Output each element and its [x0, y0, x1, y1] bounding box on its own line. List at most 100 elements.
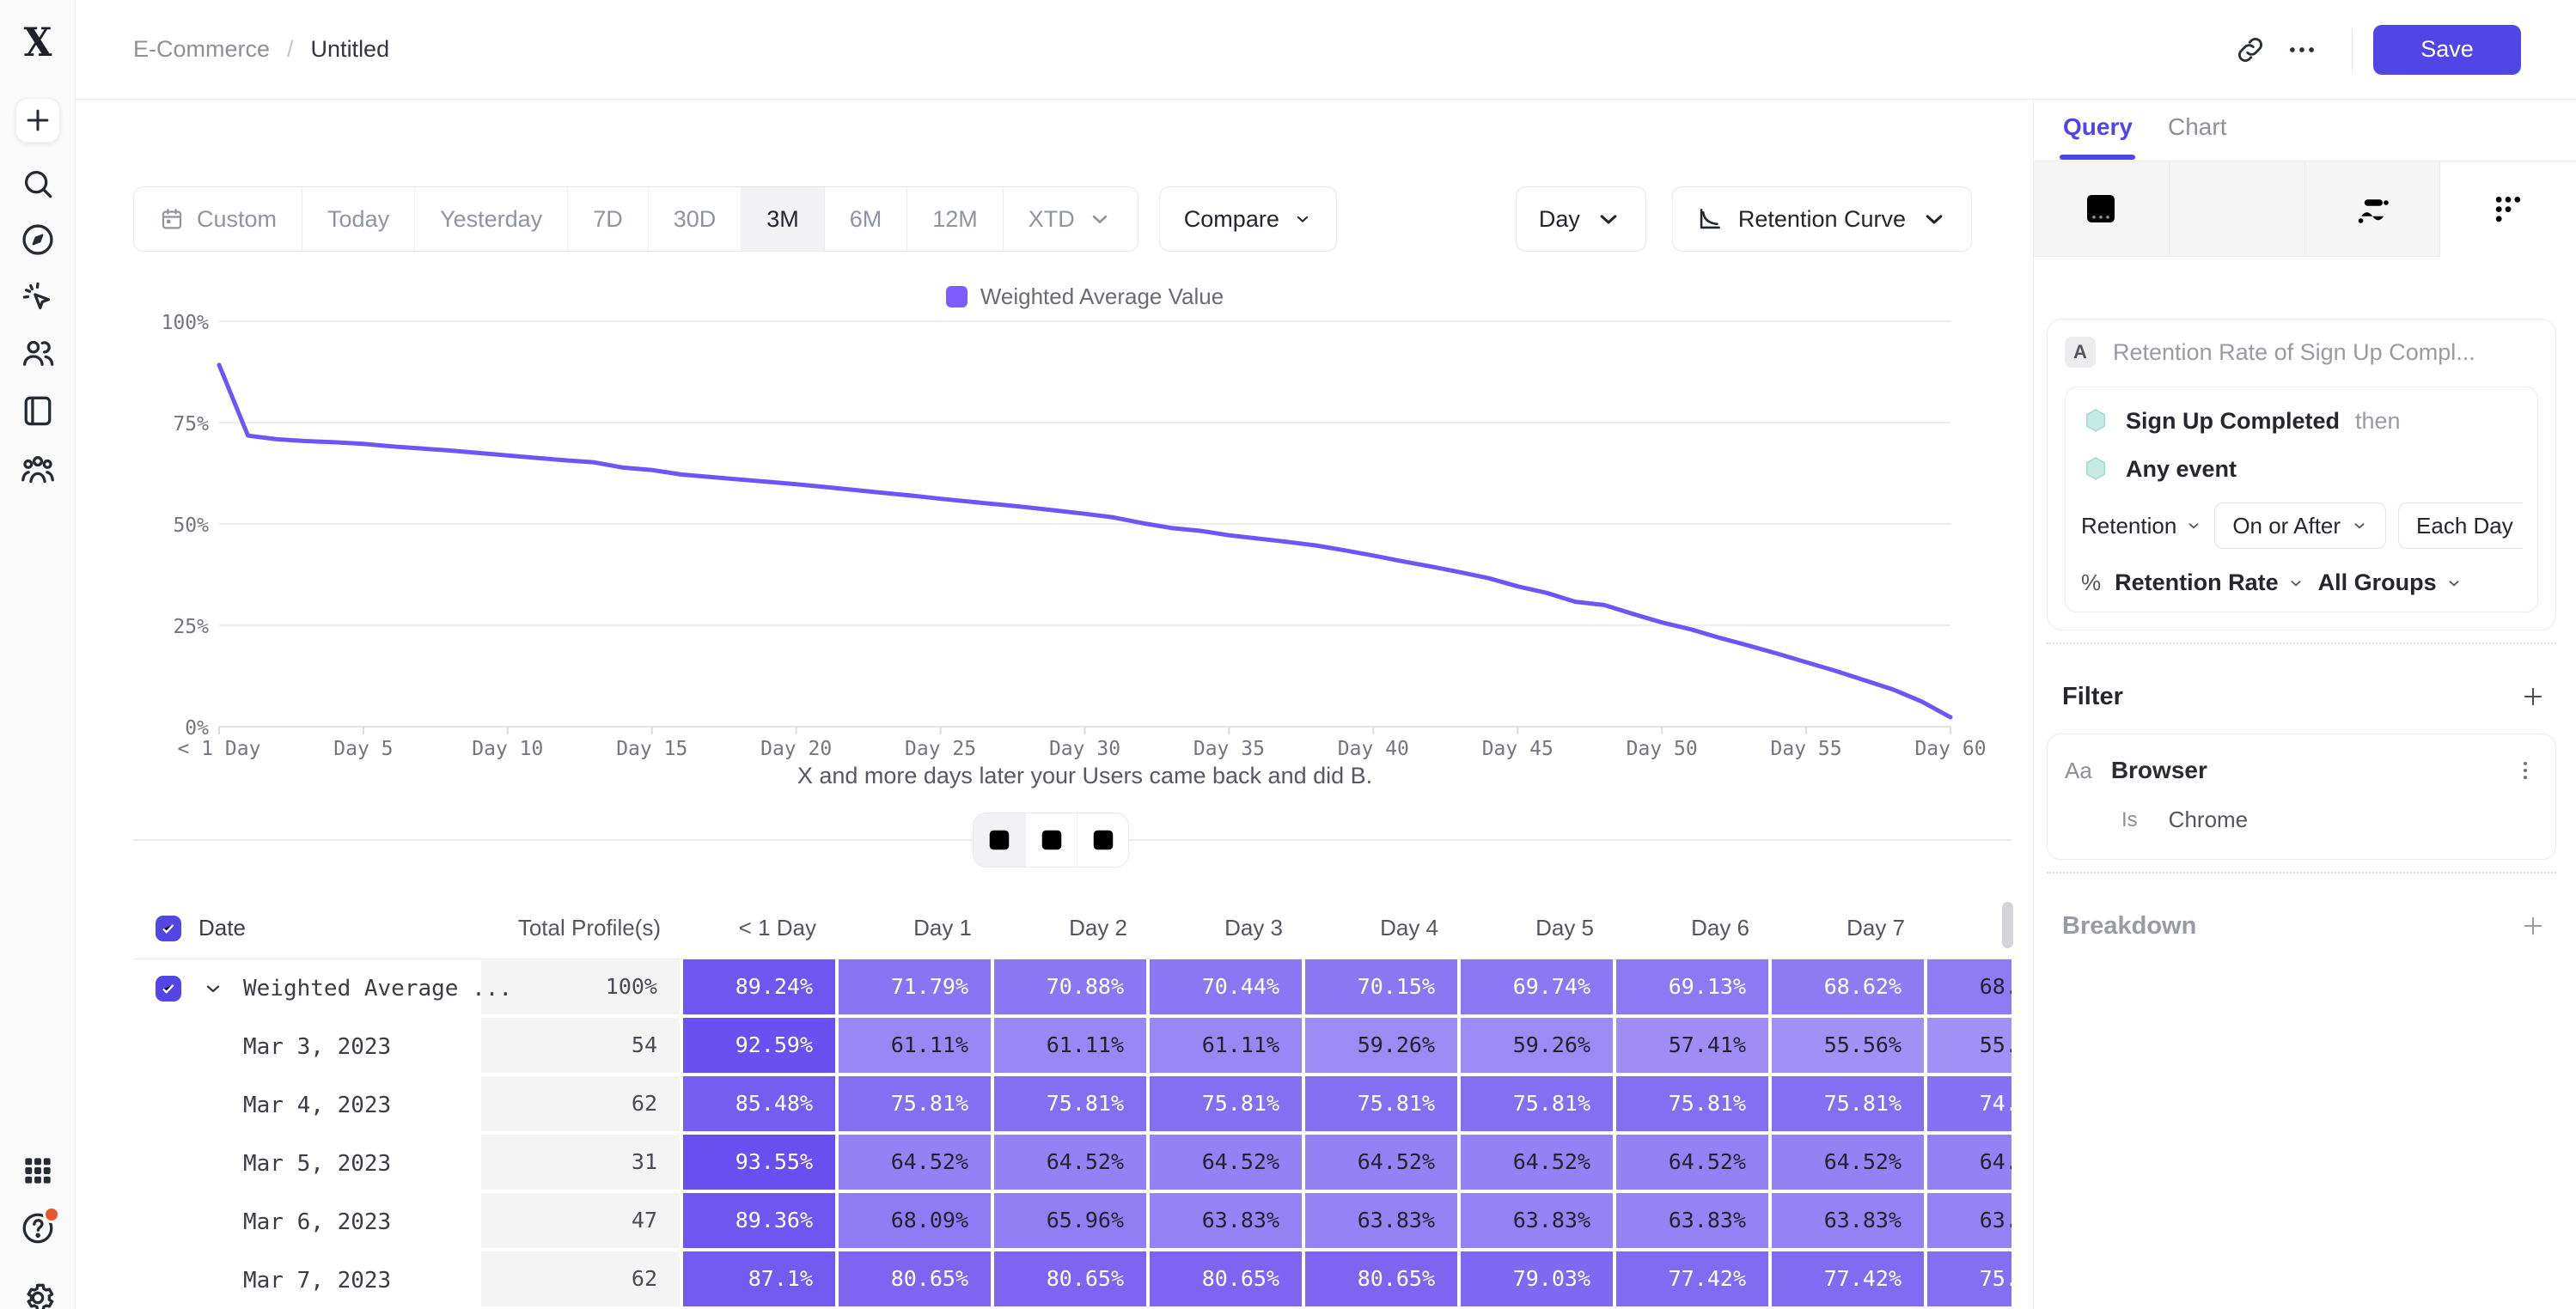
query-panel: Query Chart A Retention Rate of Sign Up …: [2033, 100, 2576, 1309]
retention-cell: 68.62%: [1772, 959, 1927, 1018]
retention-type-label: Retention: [2081, 513, 2176, 539]
compass-icon[interactable]: [0, 221, 76, 259]
col-header[interactable]: Day 8: [1927, 915, 2011, 941]
groups-dropdown[interactable]: All Groups: [2318, 569, 2463, 596]
cursor-click-icon[interactable]: [0, 278, 76, 316]
retention-type-dropdown[interactable]: Retention: [2081, 513, 2202, 539]
retention-cell: 75.81%: [994, 1076, 1150, 1135]
header-divider: [2352, 28, 2353, 71]
granularity-dropdown[interactable]: Day: [1516, 186, 1646, 252]
filter-card[interactable]: Aa Browser Is Chrome: [2047, 734, 2556, 860]
range-label: 12M: [932, 206, 978, 233]
retention-cell: 63.83%: [1150, 1193, 1305, 1251]
save-button[interactable]: Save: [2373, 25, 2521, 75]
retention-cell: 61.11%: [994, 1018, 1150, 1076]
plus-icon[interactable]: [15, 98, 60, 143]
filter-property[interactable]: Browser: [2111, 757, 2207, 784]
interval-dropdown[interactable]: Each Day: [2398, 502, 2522, 549]
retention-cell: 71.79%: [839, 959, 994, 1018]
svg-text:100%: 100%: [162, 312, 210, 334]
table-view-icon[interactable]: [1025, 813, 1077, 867]
col-header-date[interactable]: Date: [198, 915, 246, 941]
range-xtd[interactable]: XTD: [1003, 187, 1138, 251]
retention-cell: 59.26%: [1461, 1018, 1616, 1076]
filter-value[interactable]: Chrome: [2169, 807, 2248, 833]
chevron-down-icon: [2287, 575, 2304, 592]
range-yesterday[interactable]: Yesterday: [414, 187, 567, 251]
line-chart-tab[interactable]: [2034, 161, 2170, 257]
breadcrumb: E-Commerce / Untitled: [133, 0, 389, 99]
chevron-down-icon: [1293, 210, 1312, 228]
row-date-label: Weighted Average ...: [243, 976, 512, 1002]
window-dropdown[interactable]: On or After: [2214, 502, 2386, 549]
col-header[interactable]: Day 3: [1150, 915, 1305, 941]
cohort-icon[interactable]: [0, 451, 76, 489]
expand-chevron-icon[interactable]: [202, 977, 224, 1000]
filter-menu-icon[interactable]: [2512, 758, 2538, 783]
chevron-down-icon: [2351, 517, 2368, 534]
split-view-icon[interactable]: [974, 813, 1025, 867]
range-today[interactable]: Today: [302, 187, 414, 251]
event-hexagon-icon: [2081, 454, 2110, 484]
col-header[interactable]: Day 1: [839, 915, 994, 941]
chevron-down-icon: [1087, 206, 1113, 232]
row-checkbox[interactable]: [156, 976, 181, 1002]
table-row: Weighted Average ...100%89.24%71.79%70.8…: [133, 959, 2011, 1018]
range-30d[interactable]: 30D: [648, 187, 742, 251]
range-7d[interactable]: 7D: [567, 187, 648, 251]
retention-cell: 63.83%: [1305, 1193, 1461, 1251]
search-icon[interactable]: [0, 165, 76, 203]
row-checkbox[interactable]: [156, 916, 181, 941]
query-title[interactable]: Retention Rate of Sign Up Compl...: [2113, 339, 2475, 366]
svg-text:Day 30: Day 30: [1049, 738, 1120, 760]
notebook-icon[interactable]: [0, 392, 76, 429]
range-custom[interactable]: Custom: [134, 187, 302, 251]
settings-icon[interactable]: [0, 1279, 76, 1309]
tab-chart[interactable]: Chart: [2168, 113, 2226, 141]
col-header[interactable]: < 1 Day: [683, 915, 839, 941]
retention-cell: 64.52%: [1772, 1135, 1927, 1193]
breadcrumb-project[interactable]: E-Commerce: [133, 36, 270, 63]
query-step[interactable]: Any event: [2081, 454, 2522, 484]
total-profiles-cell: 54: [481, 1018, 683, 1076]
share-link-icon[interactable]: [2225, 24, 2276, 76]
range-12m[interactable]: 12M: [906, 187, 1003, 251]
retention-cell: 77.42%: [1616, 1251, 1772, 1309]
col-header[interactable]: Day 2: [994, 915, 1150, 941]
table-scrollbar[interactable]: [2002, 902, 2013, 948]
chart-view-icon[interactable]: [1077, 813, 1128, 867]
add-breakdown-button[interactable]: [2518, 911, 2548, 941]
help-icon[interactable]: [0, 1209, 76, 1247]
flow-chart-tab[interactable]: [2305, 161, 2441, 257]
filter-operator[interactable]: Is: [2121, 808, 2138, 832]
app-logo[interactable]: X: [3, 19, 73, 65]
apps-grid-icon[interactable]: [0, 1152, 76, 1190]
bar-chart-tab[interactable]: [2170, 161, 2305, 257]
range-label: 30D: [674, 206, 717, 233]
view-toggle: [973, 813, 1129, 868]
measure-dropdown[interactable]: Retention Rate: [2115, 569, 2304, 596]
col-header-total[interactable]: Total Profile(s): [481, 915, 683, 941]
compare-button[interactable]: Compare: [1159, 186, 1337, 252]
svg-text:Day 45: Day 45: [1482, 738, 1554, 760]
retention-cell: 64.52%: [1927, 1135, 2011, 1193]
tab-query[interactable]: Query: [2063, 113, 2133, 141]
add-filter-button[interactable]: [2518, 682, 2548, 711]
col-header[interactable]: Day 6: [1616, 915, 1772, 941]
retention-cell: 85.48%: [683, 1076, 839, 1135]
chart-view-dropdown[interactable]: Retention Curve: [1672, 186, 1972, 252]
retention-cell: 65.96%: [994, 1193, 1150, 1251]
col-header[interactable]: Day 4: [1305, 915, 1461, 941]
breadcrumb-page[interactable]: Untitled: [311, 36, 390, 63]
range-3m[interactable]: 3M: [741, 187, 824, 251]
range-6m[interactable]: 6M: [824, 187, 907, 251]
col-header[interactable]: Day 7: [1772, 915, 1927, 941]
grid-dots-tab[interactable]: [2440, 161, 2576, 257]
retention-cell: 69.13%: [1616, 959, 1772, 1018]
more-menu-icon[interactable]: [2276, 24, 2328, 76]
col-header[interactable]: Day 5: [1461, 915, 1616, 941]
query-step[interactable]: Sign Up Completedthen: [2081, 406, 2522, 435]
users-icon[interactable]: [0, 334, 76, 372]
range-label: 7D: [593, 206, 623, 233]
retention-controls: Retention On or After Each Day: [2081, 502, 2522, 549]
